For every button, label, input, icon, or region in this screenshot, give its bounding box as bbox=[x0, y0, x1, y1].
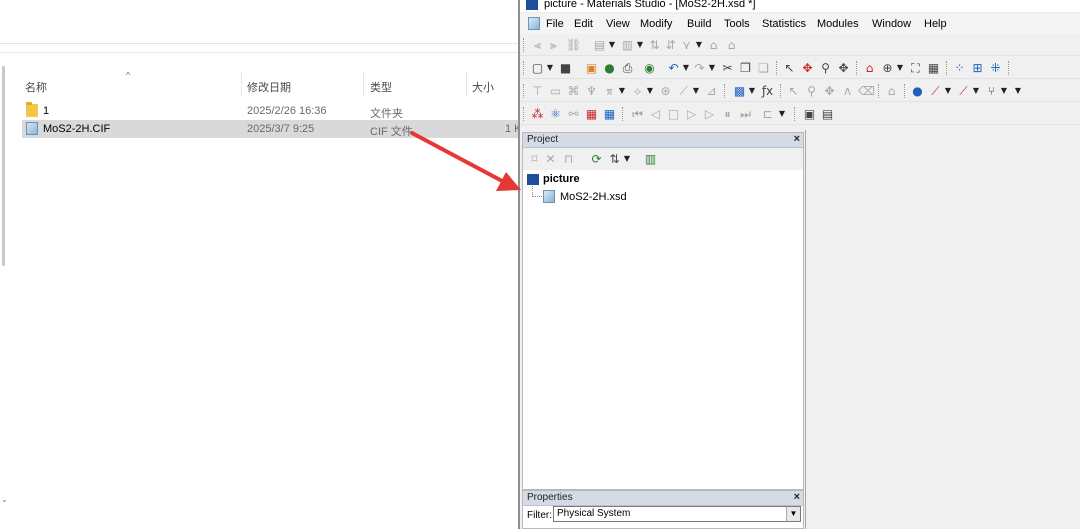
screen: ⌄ ^ 名称 修改日期 类型 大小 1 2025/2/26 16:36 文件夹 … bbox=[0, 0, 1080, 529]
annotation-arrow bbox=[410, 131, 521, 191]
